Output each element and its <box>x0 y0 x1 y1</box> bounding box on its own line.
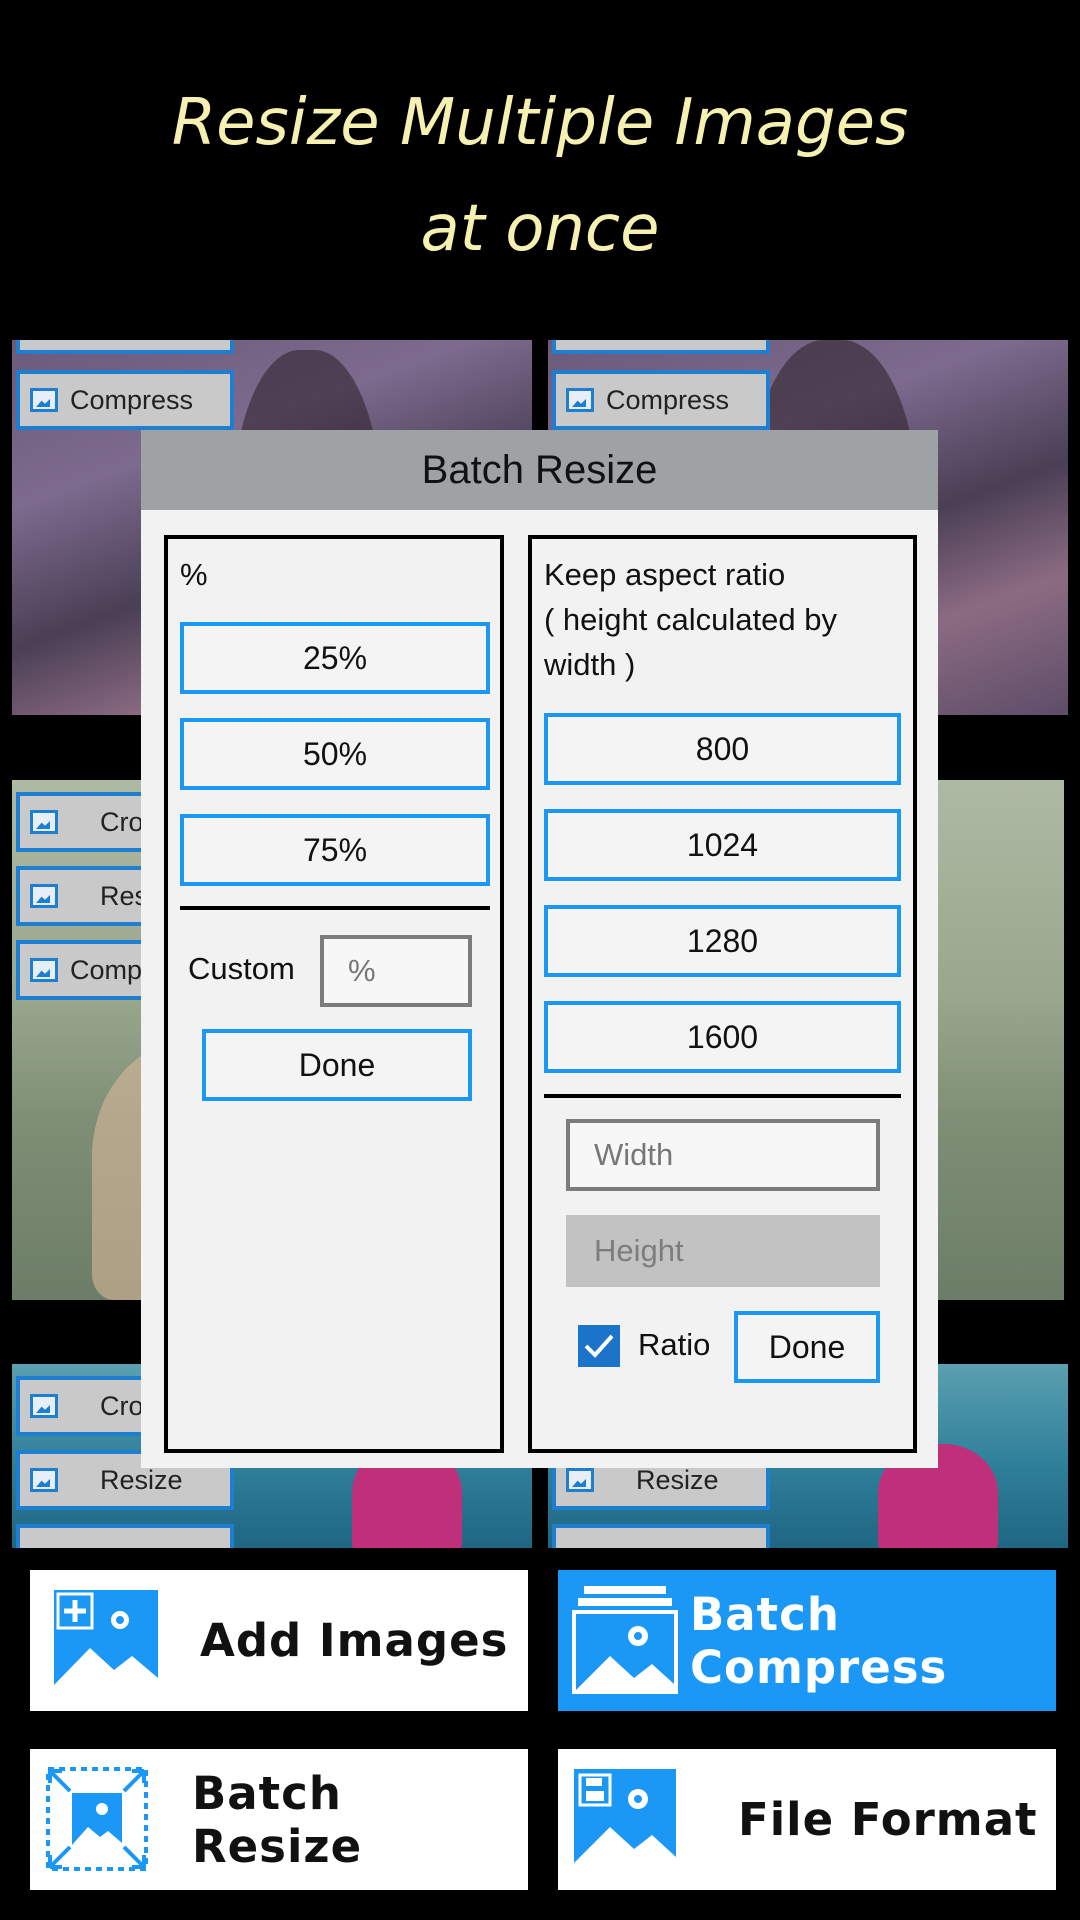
batch-resize-dialog: Batch Resize % 25% 50% 75% Custom % Done… <box>141 430 938 1468</box>
resize-label: Resize <box>100 1464 183 1495</box>
file-format-icon <box>574 1769 676 1869</box>
compress-label: Comp <box>70 954 143 985</box>
width-800-button[interactable]: 800 <box>544 713 901 785</box>
percent-75-button[interactable]: 75% <box>180 814 490 886</box>
percent-heading: % <box>180 557 208 592</box>
height-input: Height <box>566 1215 880 1287</box>
tile-2-top-button[interactable] <box>552 340 770 354</box>
width-input[interactable]: Width <box>566 1119 880 1191</box>
compress-icon <box>30 958 58 982</box>
crop-icon <box>30 810 58 834</box>
promo-headline: Resize Multiple Images at once <box>0 70 1080 282</box>
add-image-icon <box>54 1590 158 1690</box>
compress-label: Compress <box>70 384 194 415</box>
resize-icon <box>566 1468 594 1492</box>
batch-resize-button[interactable]: Batch Resize <box>30 1749 528 1890</box>
percent-divider <box>180 906 490 910</box>
resize-icon <box>30 1468 58 1492</box>
tile-2-compress-button[interactable]: Compress <box>552 370 770 430</box>
ratio-label: Ratio <box>638 1327 711 1362</box>
headline-line-1: Resize Multiple Images <box>171 86 909 160</box>
file-format-button[interactable]: File Format <box>558 1749 1056 1890</box>
width-1280-button[interactable]: 1280 <box>544 905 901 977</box>
tile-5-bottom-button[interactable] <box>552 1524 770 1548</box>
aspect-heading-line-3: width ) <box>544 647 636 682</box>
ratio-checkbox[interactable] <box>578 1325 620 1367</box>
crop-icon <box>30 1394 58 1418</box>
percent-25-button[interactable]: 25% <box>180 622 490 694</box>
file-format-label: File Format <box>738 1793 1038 1846</box>
size-panel: Keep aspect ratio ( height calculated by… <box>528 535 917 1453</box>
size-divider <box>544 1094 901 1098</box>
batch-resize-icon <box>46 1767 148 1871</box>
compress-icon <box>566 388 594 412</box>
custom-label: Custom <box>188 951 295 986</box>
compress-icon <box>30 388 58 412</box>
percent-done-button[interactable]: Done <box>202 1029 472 1101</box>
custom-percent-input[interactable]: % <box>320 935 472 1007</box>
compress-label: Compress <box>606 384 730 415</box>
crop-label: Cro <box>100 806 144 837</box>
batch-compress-button[interactable]: Batch Compress <box>558 1570 1056 1711</box>
tile-1-top-button[interactable] <box>16 340 234 354</box>
percent-50-button[interactable]: 50% <box>180 718 490 790</box>
checkmark-icon <box>584 1334 614 1358</box>
resize-icon <box>30 884 58 908</box>
add-images-label: Add Images <box>200 1614 509 1667</box>
batch-compress-icon <box>572 1586 678 1694</box>
headline-line-2: at once <box>420 192 660 266</box>
aspect-heading-line-2: ( height calculated by <box>544 602 837 637</box>
crop-label: Cro <box>100 1390 144 1421</box>
dialog-title: Batch Resize <box>141 430 938 510</box>
resize-label: Resize <box>636 1464 719 1495</box>
add-images-button[interactable]: Add Images <box>30 1570 528 1711</box>
batch-resize-label: Batch Resize <box>192 1766 363 1873</box>
tile-1-compress-button[interactable]: Compress <box>16 370 234 430</box>
tile-4-bottom-button[interactable] <box>16 1524 234 1548</box>
size-done-button[interactable]: Done <box>734 1311 880 1383</box>
batch-compress-label: Batch Compress <box>690 1587 948 1694</box>
width-1600-button[interactable]: 1600 <box>544 1001 901 1073</box>
percent-panel: % 25% 50% 75% Custom % Done <box>164 535 504 1453</box>
width-1024-button[interactable]: 1024 <box>544 809 901 881</box>
aspect-heading-line-1: Keep aspect ratio <box>544 557 786 592</box>
